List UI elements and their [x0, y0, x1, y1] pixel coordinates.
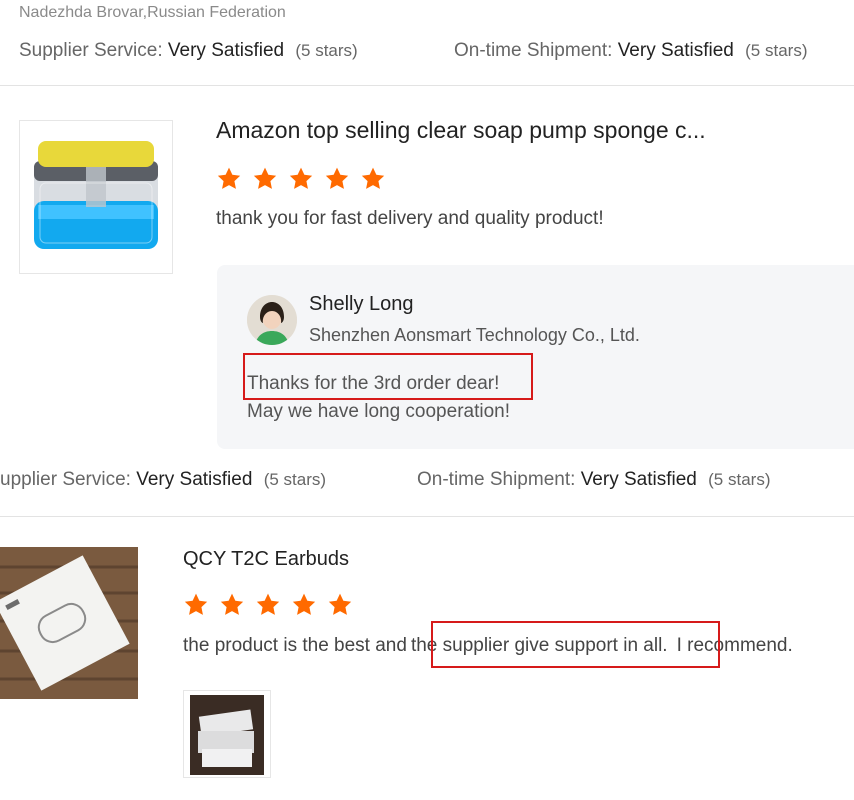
rating-stars	[216, 166, 391, 192]
supplier-service-value: Very Satisfied	[136, 469, 253, 490]
star-icon	[183, 592, 209, 618]
reply-line-2: May we have long cooperation!	[247, 401, 510, 422]
rating-stars	[183, 592, 358, 618]
supplier-service-label: Supplier Service:	[19, 40, 163, 61]
star-icon	[255, 592, 281, 618]
highlight-box	[243, 353, 533, 400]
shipment-value: Very Satisfied	[617, 40, 734, 61]
supplier-service-label: upplier Service:	[0, 469, 131, 490]
product-thumbnail-earbuds[interactable]	[0, 547, 138, 699]
shipment-value: Very Satisfied	[580, 469, 697, 490]
star-icon	[252, 166, 278, 192]
review-divider	[0, 516, 854, 517]
star-icon	[360, 166, 386, 192]
star-icon	[324, 166, 350, 192]
shipment-stars: (5 stars)	[745, 41, 808, 60]
star-icon	[216, 166, 242, 192]
product-title-link[interactable]: Amazon top selling clear soap pump spong…	[216, 117, 706, 144]
product-thumbnail-soap-pump[interactable]	[19, 120, 173, 274]
reply-author-company: Shenzhen Aonsmart Technology Co., Ltd.	[309, 325, 640, 345]
shipment-label: On-time Shipment:	[454, 40, 613, 61]
review-divider	[0, 85, 854, 86]
review-comment: thank you for fast delivery and quality …	[216, 208, 604, 229]
supplier-service-stars: (5 stars)	[295, 41, 358, 60]
shipment-stars: (5 stars)	[708, 470, 771, 489]
earbuds-image	[0, 547, 138, 699]
star-icon	[288, 166, 314, 192]
supplier-service-stars: (5 stars)	[263, 470, 327, 489]
shipment-rating: On-time Shipment: Very Satisfied (5 star…	[454, 40, 807, 62]
supplier-service-value: Very Satisfied	[167, 40, 285, 61]
supplier-service-rating: upplier Service: Very Satisfied (5 stars…	[0, 469, 326, 491]
comment-part-1: the product is the best and	[183, 635, 407, 656]
star-icon	[291, 592, 317, 618]
highlight-box	[431, 621, 720, 668]
review-photo-image	[184, 691, 270, 777]
reply-author-name: Shelly Long	[309, 293, 414, 315]
supplier-service-rating: Supplier Service: Very Satisfied (5 star…	[19, 40, 358, 62]
avatar	[247, 295, 297, 345]
star-icon	[327, 592, 353, 618]
shipment-rating: On-time Shipment: Very Satisfied (5 star…	[417, 469, 770, 491]
shipment-label: On-time Shipment:	[417, 469, 576, 490]
avatar-image	[247, 295, 297, 345]
reviewer-location: Nadezhda Brovar,Russian Federation	[19, 4, 286, 21]
product-title-link[interactable]: QCY T2C Earbuds	[183, 548, 349, 571]
review-photo-thumbnail[interactable]	[183, 690, 271, 778]
star-icon	[219, 592, 245, 618]
soap-pump-image	[34, 141, 158, 249]
